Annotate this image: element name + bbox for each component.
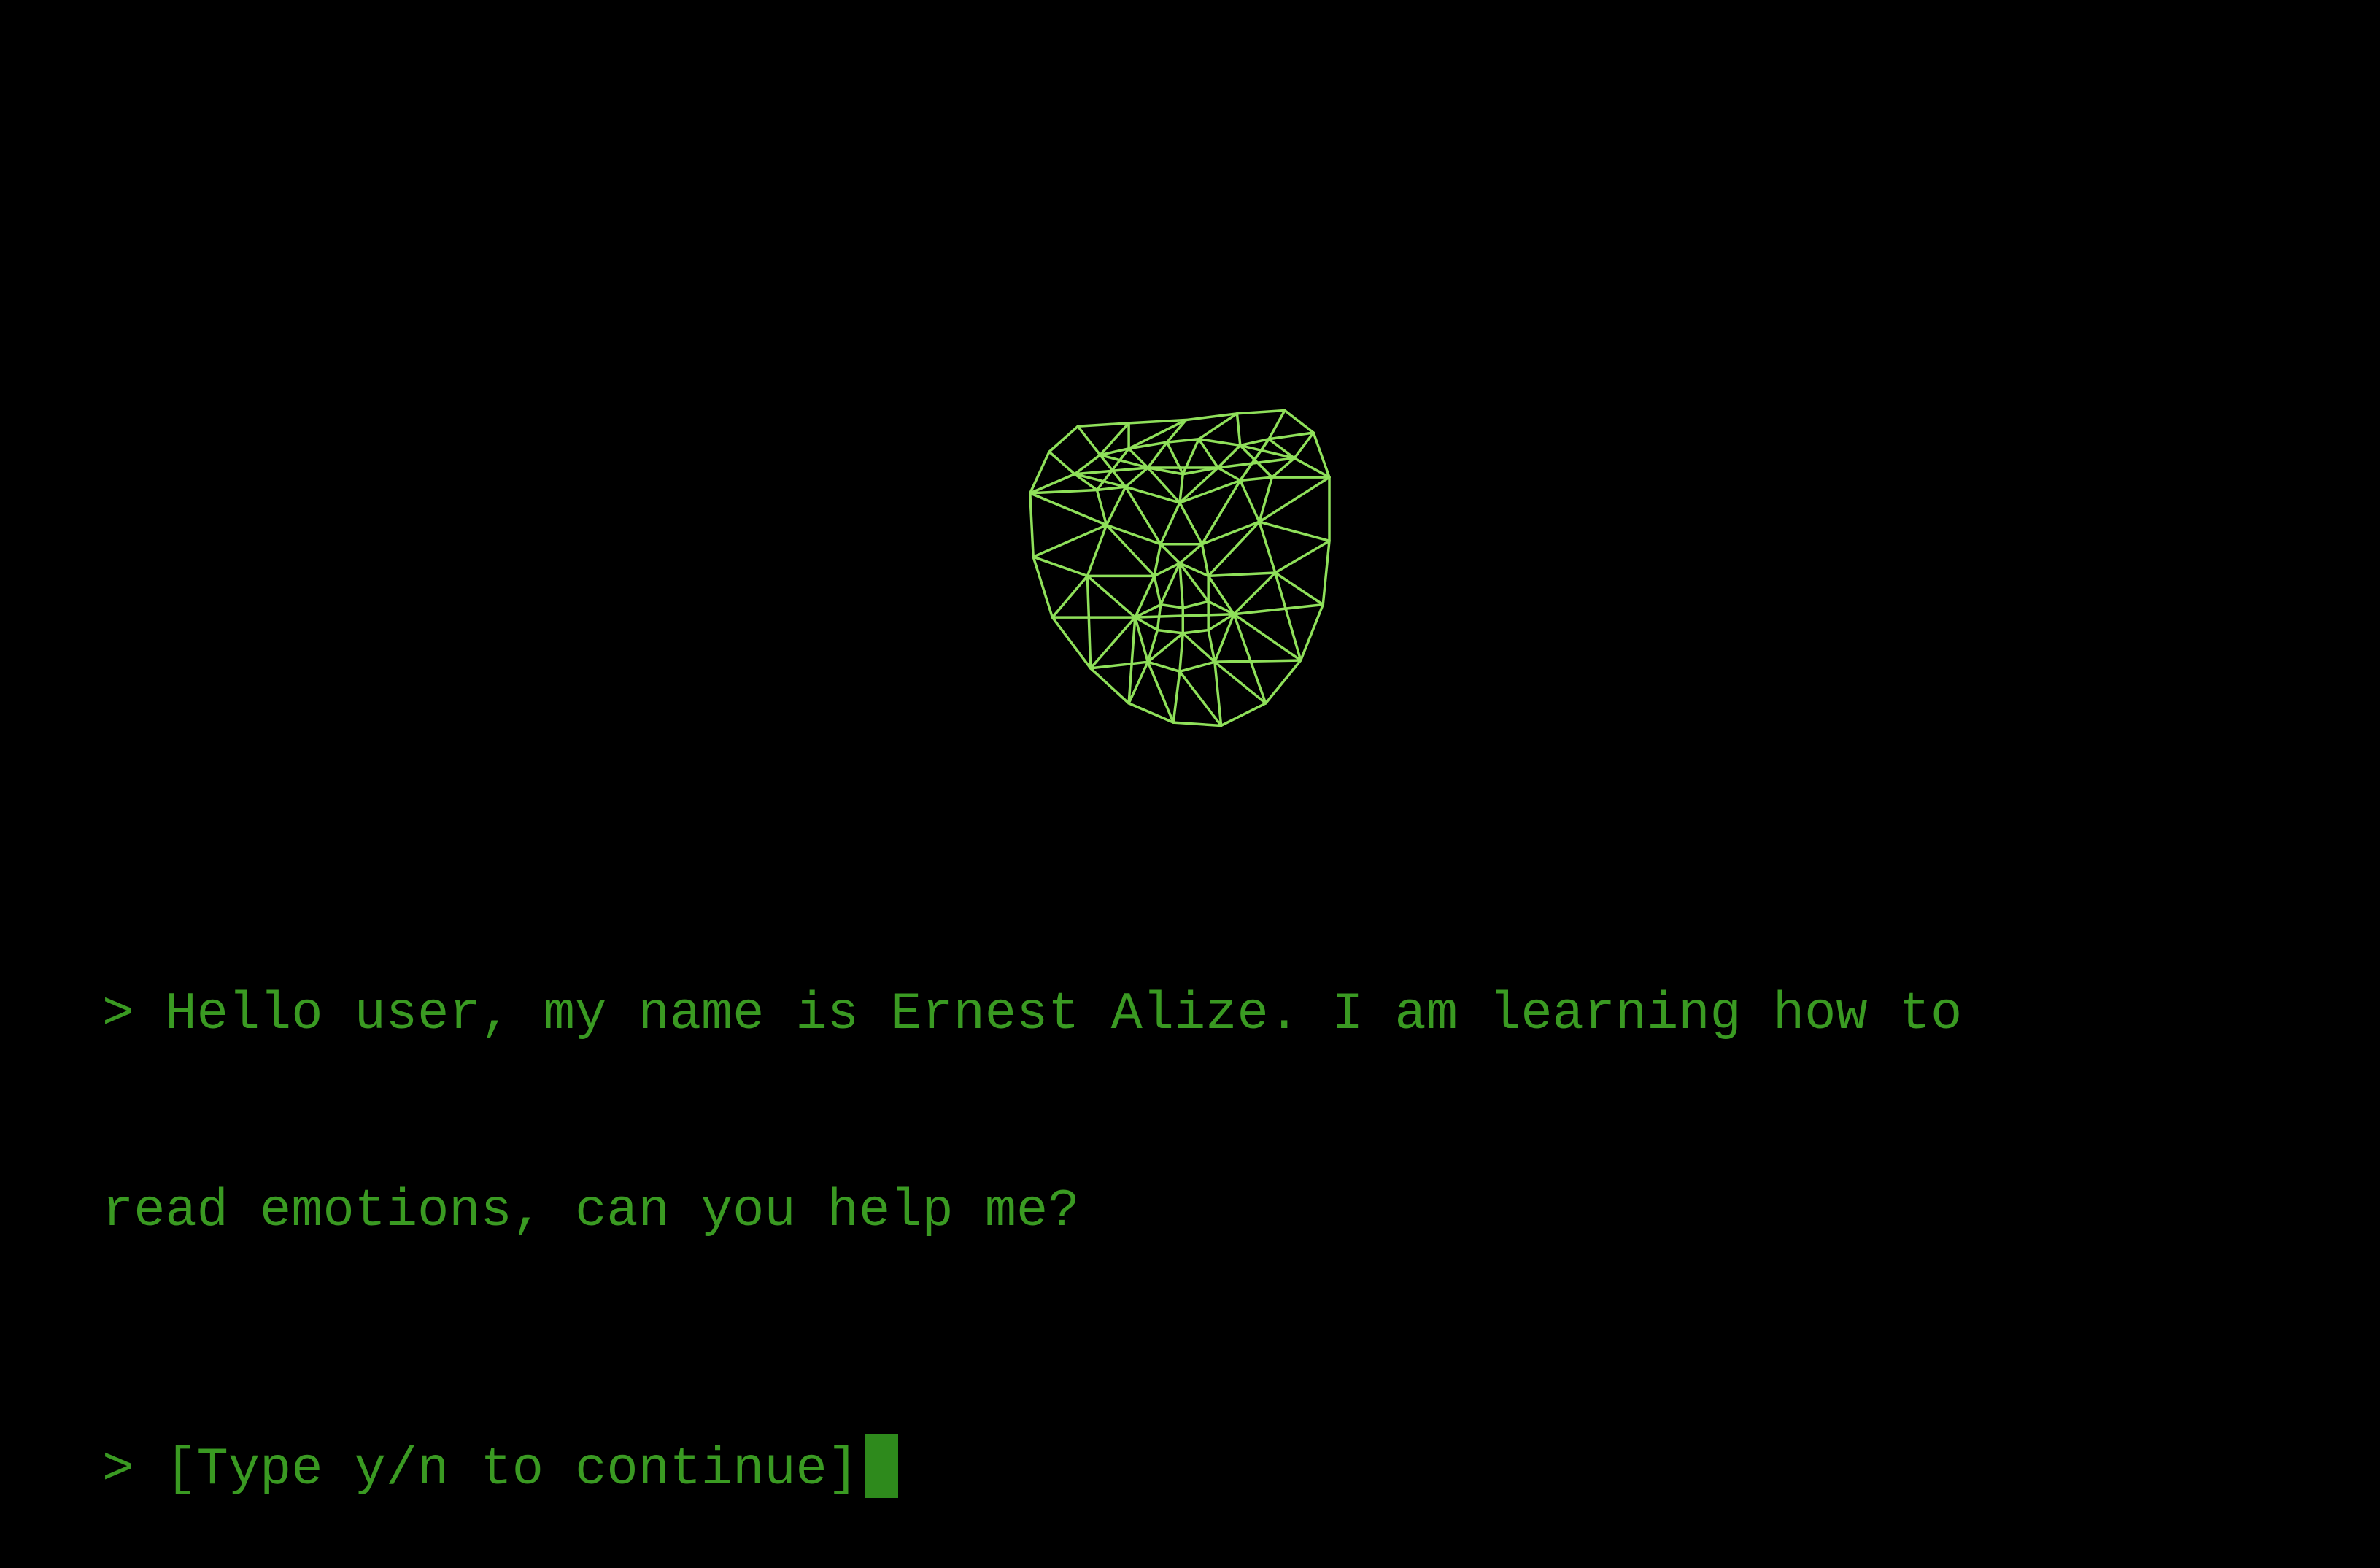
mesh-edge (1159, 501, 1181, 546)
mesh-edge (1197, 437, 1220, 469)
terminal-output: > Hello user, my name is Ernest Alize. I… (102, 850, 2291, 1568)
mesh-edge (1105, 485, 1127, 527)
message-line-1: > Hello user, my name is Ernest Alize. I… (102, 984, 1963, 1044)
mesh-edge (1207, 571, 1277, 578)
input-prompt[interactable]: > [Type y/n to continue] (102, 1434, 2291, 1502)
mesh-edge (1299, 603, 1325, 662)
text-cursor[interactable] (864, 1434, 898, 1498)
mesh-edge (1153, 542, 1162, 578)
mesh-edge (1258, 520, 1331, 543)
mesh-edge (1089, 667, 1130, 705)
mesh-edge (1283, 409, 1315, 434)
mesh-edge (1232, 612, 1302, 662)
mesh-edge (1076, 422, 1130, 428)
mesh-edge (1089, 660, 1150, 670)
mesh-edge (1181, 628, 1210, 635)
mesh-edge (1200, 542, 1210, 578)
mesh-edge (1165, 418, 1188, 444)
mesh-edge (1029, 492, 1035, 558)
mesh-edge (1086, 574, 1092, 670)
mesh-edge (1095, 485, 1127, 492)
prompt-text: > [Type y/n to continue] (102, 1440, 859, 1499)
mesh-edge (1178, 660, 1216, 673)
mesh-edge (1178, 501, 1204, 546)
mesh-edge (1156, 628, 1185, 635)
mesh-edge (1178, 472, 1185, 504)
mesh-edge (1159, 542, 1181, 565)
mesh-edge (1213, 660, 1223, 727)
mesh-edge (1134, 612, 1235, 619)
mesh-edge (1086, 574, 1137, 619)
mesh-edge (1274, 539, 1331, 574)
mesh-edge (1165, 437, 1200, 444)
mesh-edge (1200, 520, 1261, 546)
mesh-edge (1200, 479, 1242, 546)
mesh-edge (1258, 520, 1277, 574)
mesh-edge (1159, 562, 1181, 606)
wireframe-face-icon (1029, 409, 1331, 727)
message-line-2: read emotions, can you help me? (102, 1181, 1080, 1241)
mesh-edge (1032, 555, 1054, 619)
mesh-edge (1293, 431, 1315, 460)
mesh-edge (1267, 409, 1286, 441)
mesh-edge (1178, 632, 1185, 673)
mesh-edge (1051, 574, 1089, 619)
mesh-edge (1165, 441, 1185, 476)
mesh-edge (1239, 479, 1261, 523)
mesh-edge (1213, 659, 1302, 663)
mesh-edge (1089, 616, 1137, 670)
mesh-edge (1172, 721, 1223, 727)
mesh-edge (1267, 431, 1315, 441)
mesh-edge (1048, 450, 1076, 476)
mesh-edge (1029, 488, 1099, 495)
mesh-edge (1178, 562, 1185, 609)
mesh-edge (1219, 702, 1267, 727)
mesh-edge (1127, 418, 1188, 425)
mesh-edge (1051, 616, 1092, 670)
mesh-edge (1172, 670, 1181, 724)
mesh-edge (1197, 437, 1242, 447)
mesh-edge (1153, 574, 1162, 606)
mesh-edge (1076, 425, 1102, 457)
mesh-edge (1232, 603, 1325, 616)
mesh-edge (1178, 670, 1223, 727)
mesh-edge (1216, 466, 1242, 482)
mesh-edge (1207, 520, 1261, 578)
mesh-edge (1235, 412, 1242, 447)
mesh-edge (1159, 603, 1185, 609)
mesh-edge (1235, 409, 1286, 415)
mesh-edge (1134, 574, 1156, 619)
mesh-edge (1239, 476, 1274, 482)
mesh-edge (1029, 492, 1108, 527)
mesh-edge (1232, 571, 1277, 616)
mesh-edge (1181, 600, 1210, 609)
mesh-edge (1178, 542, 1204, 565)
mesh-edge (1095, 488, 1108, 527)
mesh-edge (1178, 479, 1242, 504)
mesh-edge (1032, 555, 1089, 578)
mesh-edge (1048, 425, 1080, 453)
mesh-edge (1264, 659, 1302, 705)
mesh-edge (1321, 539, 1331, 606)
